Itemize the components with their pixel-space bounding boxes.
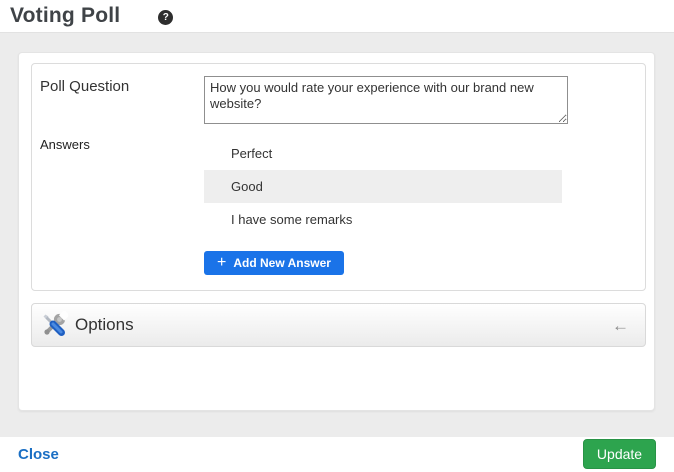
answer-row[interactable]: I have some remarks xyxy=(204,203,562,236)
help-icon[interactable]: ? xyxy=(158,9,174,25)
poll-question-input[interactable]: How you would rate your experience with … xyxy=(204,76,568,124)
poll-editor-card: Poll Question How you would rate your ex… xyxy=(18,52,655,411)
add-new-answer-label: Add New Answer xyxy=(233,256,331,270)
voting-poll-page: Voting Poll ? Poll Question How you woul… xyxy=(0,0,674,472)
options-title: Options xyxy=(75,315,134,334)
collapse-arrow-icon[interactable]: ← xyxy=(612,317,629,334)
answers-list: Perfect Good I have some remarks xyxy=(204,137,562,236)
close-link[interactable]: Close xyxy=(18,446,59,463)
page-footer: Close Update xyxy=(0,437,674,472)
page-header: Voting Poll ? xyxy=(0,0,674,32)
answers-label: Answers xyxy=(40,137,90,152)
update-button[interactable]: Update xyxy=(583,439,656,469)
content-area: Poll Question How you would rate your ex… xyxy=(0,32,674,437)
poll-question-label: Poll Question xyxy=(40,78,130,95)
options-section-header[interactable]: Options ← xyxy=(31,303,646,347)
tools-icon xyxy=(43,311,68,336)
add-new-answer-button[interactable]: + Add New Answer xyxy=(204,251,344,275)
page-title: Voting Poll xyxy=(10,4,121,27)
answer-row[interactable]: Good xyxy=(204,170,562,203)
plus-icon: + xyxy=(217,253,227,271)
question-panel: Poll Question How you would rate your ex… xyxy=(31,63,646,291)
answer-row[interactable]: Perfect xyxy=(204,137,562,170)
